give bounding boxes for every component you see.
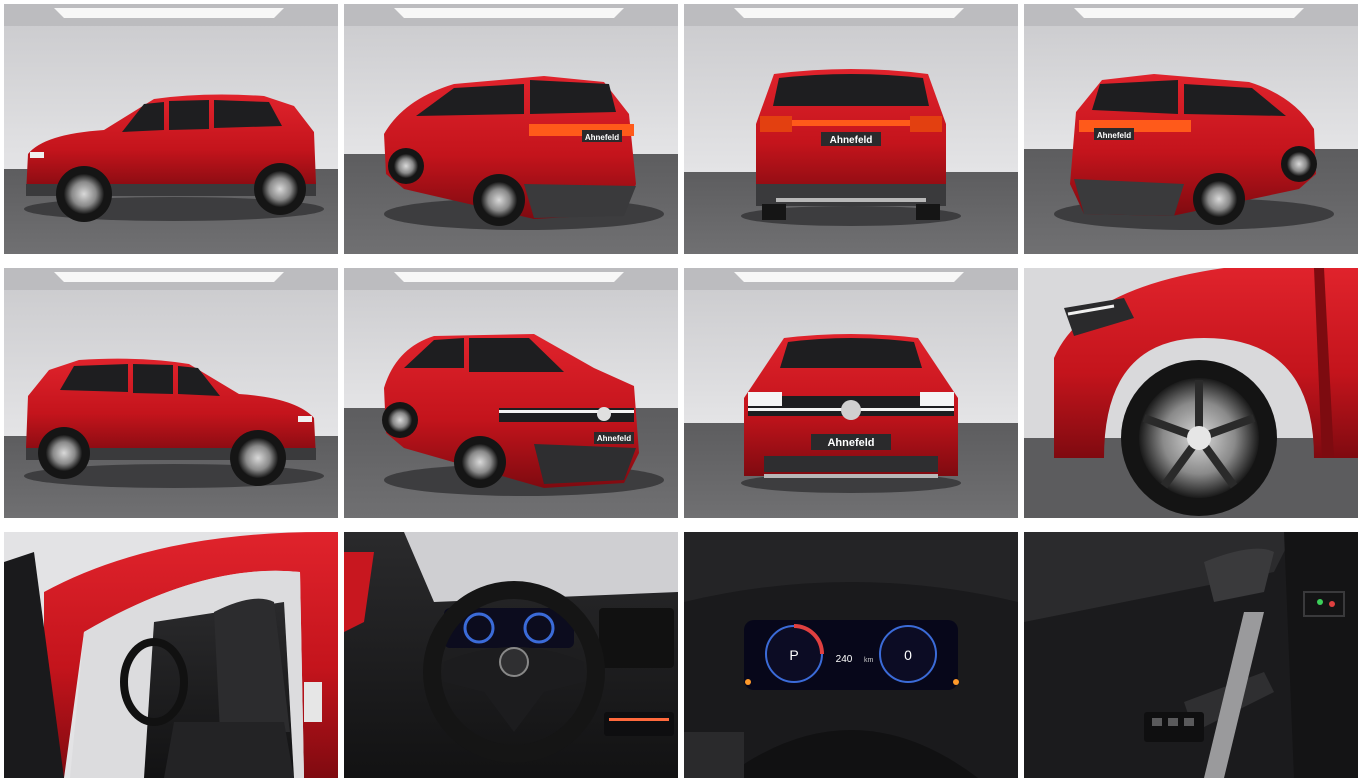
photo-rear-three-quarter-right[interactable]: Ahnefeld (1024, 4, 1358, 254)
photo-side-left[interactable] (4, 4, 338, 254)
photo-wheel-detail[interactable] (1024, 268, 1358, 518)
door-panel-image (1024, 532, 1358, 778)
plate-text: Ahnefeld (597, 434, 631, 443)
car-front-quarter-image: Ahnefeld (344, 268, 678, 518)
driver-seat-image (4, 532, 338, 778)
plate-text: Ahnefeld (827, 437, 874, 449)
plate-text: Ahnefeld (830, 135, 873, 146)
photo-rear-three-quarter-left[interactable]: Ahnefeld (344, 4, 678, 254)
photo-steering-wheel[interactable] (344, 532, 678, 778)
car-rear-quarter-image: Ahnefeld (344, 4, 678, 254)
photo-door-panel[interactable] (1024, 532, 1358, 778)
photo-instrument-cluster[interactable]: P 240 km 0 (684, 532, 1018, 778)
photo-gallery: Ahnefeld Ahnefeld Ahnefeld Ahnefeld Ahne… (0, 0, 1365, 778)
car-rear-quarter-right-image: Ahnefeld (1024, 4, 1358, 254)
photo-side-right[interactable] (4, 268, 338, 518)
speed-readout: 240 (836, 654, 853, 665)
photo-driver-seat[interactable] (4, 532, 338, 778)
steering-wheel-image (344, 532, 678, 778)
plate-text: Ahnefeld (585, 133, 619, 142)
photo-front[interactable]: Ahnefeld (684, 268, 1018, 518)
photo-rear[interactable]: Ahnefeld (684, 4, 1018, 254)
photo-front-three-quarter-left[interactable]: Ahnefeld (344, 268, 678, 518)
car-rear-image: Ahnefeld (684, 4, 1018, 254)
range-unit: km (864, 657, 874, 664)
right-gauge-value: 0 (904, 647, 912, 663)
car-front-image: Ahnefeld (684, 268, 1018, 518)
wheel-detail-image (1024, 268, 1358, 518)
instrument-cluster-image: P 240 km 0 (684, 532, 1018, 778)
car-side-left-image (4, 4, 338, 254)
gear-indicator: P (789, 647, 798, 663)
plate-text: Ahnefeld (1097, 131, 1131, 140)
car-side-right-image (4, 268, 338, 518)
